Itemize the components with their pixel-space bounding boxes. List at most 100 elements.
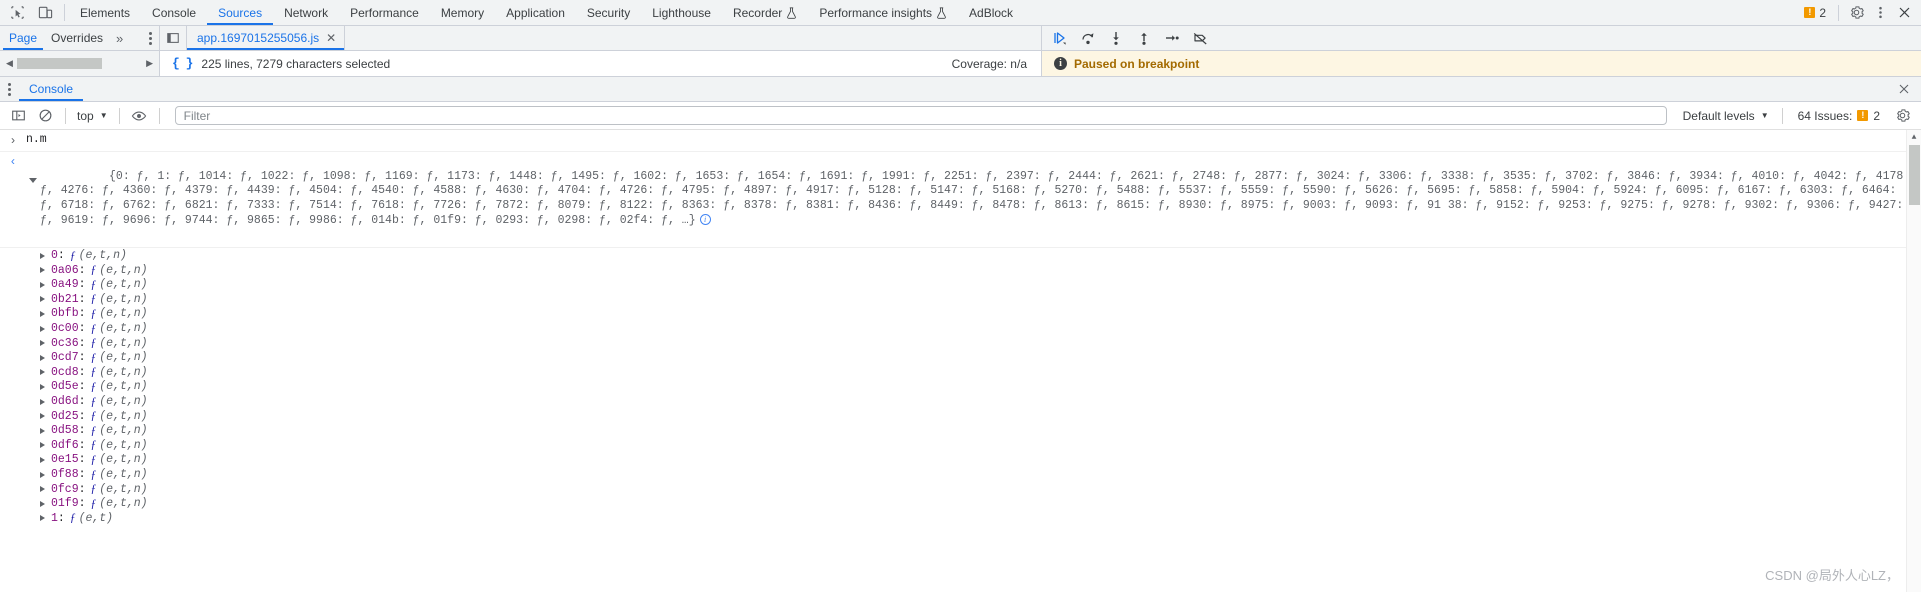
clear-console-icon[interactable]	[33, 105, 58, 127]
chevron-right-icon[interactable]	[40, 515, 45, 522]
chevron-right-icon[interactable]	[40, 383, 45, 390]
object-property-row[interactable]: 1: ƒ (e,t)	[0, 511, 1921, 526]
tab-lighthouse[interactable]: Lighthouse	[641, 0, 722, 25]
show-navigator-icon[interactable]	[160, 26, 186, 50]
chevron-right-icon[interactable]	[40, 369, 45, 376]
navigator-horizontal-scrollbar[interactable]: ◀ ▶	[0, 51, 159, 76]
tab-network[interactable]: Network	[273, 0, 339, 25]
step-icon[interactable]	[1160, 27, 1184, 49]
object-property-row[interactable]: 0d6d: ƒ (e,t,n)	[0, 394, 1921, 409]
scrollbar-thumb[interactable]	[16, 58, 102, 69]
scroll-up-arrow-icon[interactable]: ▲	[1907, 130, 1921, 145]
inspect-element-icon[interactable]	[6, 2, 28, 24]
live-expression-icon[interactable]	[127, 105, 152, 127]
console-vertical-scrollbar[interactable]: ▲	[1906, 130, 1921, 592]
console-filter-input[interactable]	[174, 106, 1667, 125]
function-arguments: (e,t,n)	[99, 307, 148, 321]
object-property-row[interactable]: 0e15: ƒ (e,t,n)	[0, 453, 1921, 468]
chevron-right-icon[interactable]	[40, 500, 45, 507]
chevron-down-icon: ▼	[99, 111, 108, 120]
nav-tab-overrides[interactable]: Overrides	[45, 26, 109, 50]
object-property-row[interactable]: 0c36: ƒ (e,t,n)	[0, 336, 1921, 351]
chevron-right-icon[interactable]	[40, 252, 45, 259]
close-icon[interactable]	[1893, 2, 1915, 24]
debugger-sidebar: i Paused on breakpoint	[1041, 26, 1921, 76]
chevron-right-icon[interactable]	[40, 398, 45, 405]
pretty-print-icon[interactable]: { }	[172, 56, 193, 71]
tab-sources[interactable]: Sources	[207, 0, 274, 25]
scrollbar-thumb[interactable]	[1909, 145, 1920, 205]
console-settings-gear-icon[interactable]	[1890, 105, 1915, 127]
scrollbar-track[interactable]	[16, 58, 143, 69]
drawer-close-icon[interactable]	[1897, 77, 1921, 101]
step-into-next-function-call-icon[interactable]	[1104, 27, 1128, 49]
device-toolbar-icon[interactable]	[34, 2, 56, 24]
panel-tabs: Elements Console Sources Network Performance…	[69, 0, 1024, 25]
resume-script-execution-icon[interactable]	[1048, 27, 1072, 49]
object-property-row[interactable]: 0df6: ƒ (e,t,n)	[0, 438, 1921, 453]
object-property-row[interactable]: 0d58: ƒ (e,t,n)	[0, 423, 1921, 438]
tab-application[interactable]: Application	[495, 0, 576, 25]
chevron-right-icon[interactable]	[40, 281, 45, 288]
object-property-row[interactable]: 0cd7: ƒ (e,t,n)	[0, 350, 1921, 365]
tab-recorder[interactable]: Recorder	[722, 0, 808, 25]
editor-tab-strip: app.1697015255056.js ✕	[160, 26, 1041, 51]
tab-performance[interactable]: Performance	[339, 0, 430, 25]
object-property-row[interactable]: 0bfb: ƒ (e,t,n)	[0, 307, 1921, 322]
gear-icon[interactable]	[1845, 2, 1867, 24]
tab-memory[interactable]: Memory	[430, 0, 495, 25]
scroll-left-arrow-icon[interactable]: ◀	[2, 58, 17, 69]
console-output[interactable]: › n.m ‹ {0: ƒ, 1: ƒ, 1014: ƒ, 1022: ƒ, 1…	[0, 130, 1921, 592]
navigator-kebab-menu-icon[interactable]	[142, 31, 159, 45]
chevron-right-icon[interactable]	[40, 325, 45, 332]
tab-performance-insights[interactable]: Performance insights	[808, 0, 958, 25]
object-property-row[interactable]: 0d25: ƒ (e,t,n)	[0, 409, 1921, 424]
chevron-right-icon[interactable]	[40, 486, 45, 493]
tab-console[interactable]: Console	[141, 0, 207, 25]
chevron-right-icon[interactable]	[40, 442, 45, 449]
function-glyph: ƒ	[90, 307, 97, 320]
object-property-row[interactable]: 0fc9: ƒ (e,t,n)	[0, 482, 1921, 497]
file-tab-close-icon[interactable]: ✕	[326, 32, 336, 44]
tab-elements[interactable]: Elements	[69, 0, 141, 25]
deactivate-breakpoints-icon[interactable]	[1188, 27, 1212, 49]
chevron-right-icon[interactable]	[40, 456, 45, 463]
object-property-row[interactable]: 0d5e: ƒ (e,t,n)	[0, 380, 1921, 395]
object-property-row[interactable]: 0a49: ƒ (e,t,n)	[0, 278, 1921, 293]
step-out-of-current-function-icon[interactable]	[1132, 27, 1156, 49]
tab-console[interactable]: Console	[19, 77, 84, 101]
editor-file-tab[interactable]: app.1697015255056.js ✕	[186, 26, 346, 50]
object-property-row[interactable]: 0f88: ƒ (e,t,n)	[0, 467, 1921, 482]
console-sidebar-icon[interactable]	[6, 105, 31, 127]
chevron-right-icon[interactable]	[40, 267, 45, 274]
chevron-right-icon[interactable]	[40, 427, 45, 434]
object-property-row[interactable]: 0cd8: ƒ (e,t,n)	[0, 365, 1921, 380]
chevron-right-icon[interactable]	[40, 296, 45, 303]
expand-object-toggle[interactable]	[26, 152, 40, 183]
step-over-next-function-call-icon[interactable]	[1076, 27, 1100, 49]
chevron-right-icon[interactable]	[40, 310, 45, 317]
object-property-row[interactable]: 0b21: ƒ (e,t,n)	[0, 292, 1921, 307]
issues-badge[interactable]: ! 2	[1798, 2, 1832, 24]
chevron-right-icon[interactable]	[40, 354, 45, 361]
drawer-kebab-menu-icon[interactable]	[0, 77, 19, 101]
execution-context-selector[interactable]: top ▼	[73, 105, 112, 127]
tab-security[interactable]: Security	[576, 0, 641, 25]
kebab-menu-icon[interactable]	[1869, 2, 1891, 24]
object-property-row[interactable]: 01f9: ƒ (e,t,n)	[0, 496, 1921, 511]
scroll-right-arrow-icon[interactable]: ▶	[142, 58, 157, 69]
tab-adblock[interactable]: AdBlock	[958, 0, 1024, 25]
more-tabs-icon[interactable]: »	[111, 31, 128, 46]
console-drawer: Console top ▼ Filter Default levels ▼ 64…	[0, 77, 1921, 592]
log-levels-selector[interactable]: Default levels ▼	[1677, 109, 1775, 123]
chevron-right-icon[interactable]	[40, 471, 45, 478]
object-property-row[interactable]: 0c00: ƒ (e,t,n)	[0, 321, 1921, 336]
console-issues-link[interactable]: 64 Issues: ! 2	[1790, 109, 1888, 123]
object-property-row[interactable]: 0: ƒ (e,t,n)	[0, 248, 1921, 263]
object-property-row[interactable]: 0a06: ƒ (e,t,n)	[0, 263, 1921, 278]
chevron-right-icon[interactable]	[40, 340, 45, 347]
function-glyph: ƒ	[90, 483, 97, 496]
info-icon[interactable]: i	[699, 214, 711, 226]
chevron-right-icon[interactable]	[40, 413, 45, 420]
nav-tab-page[interactable]: Page	[3, 26, 44, 50]
